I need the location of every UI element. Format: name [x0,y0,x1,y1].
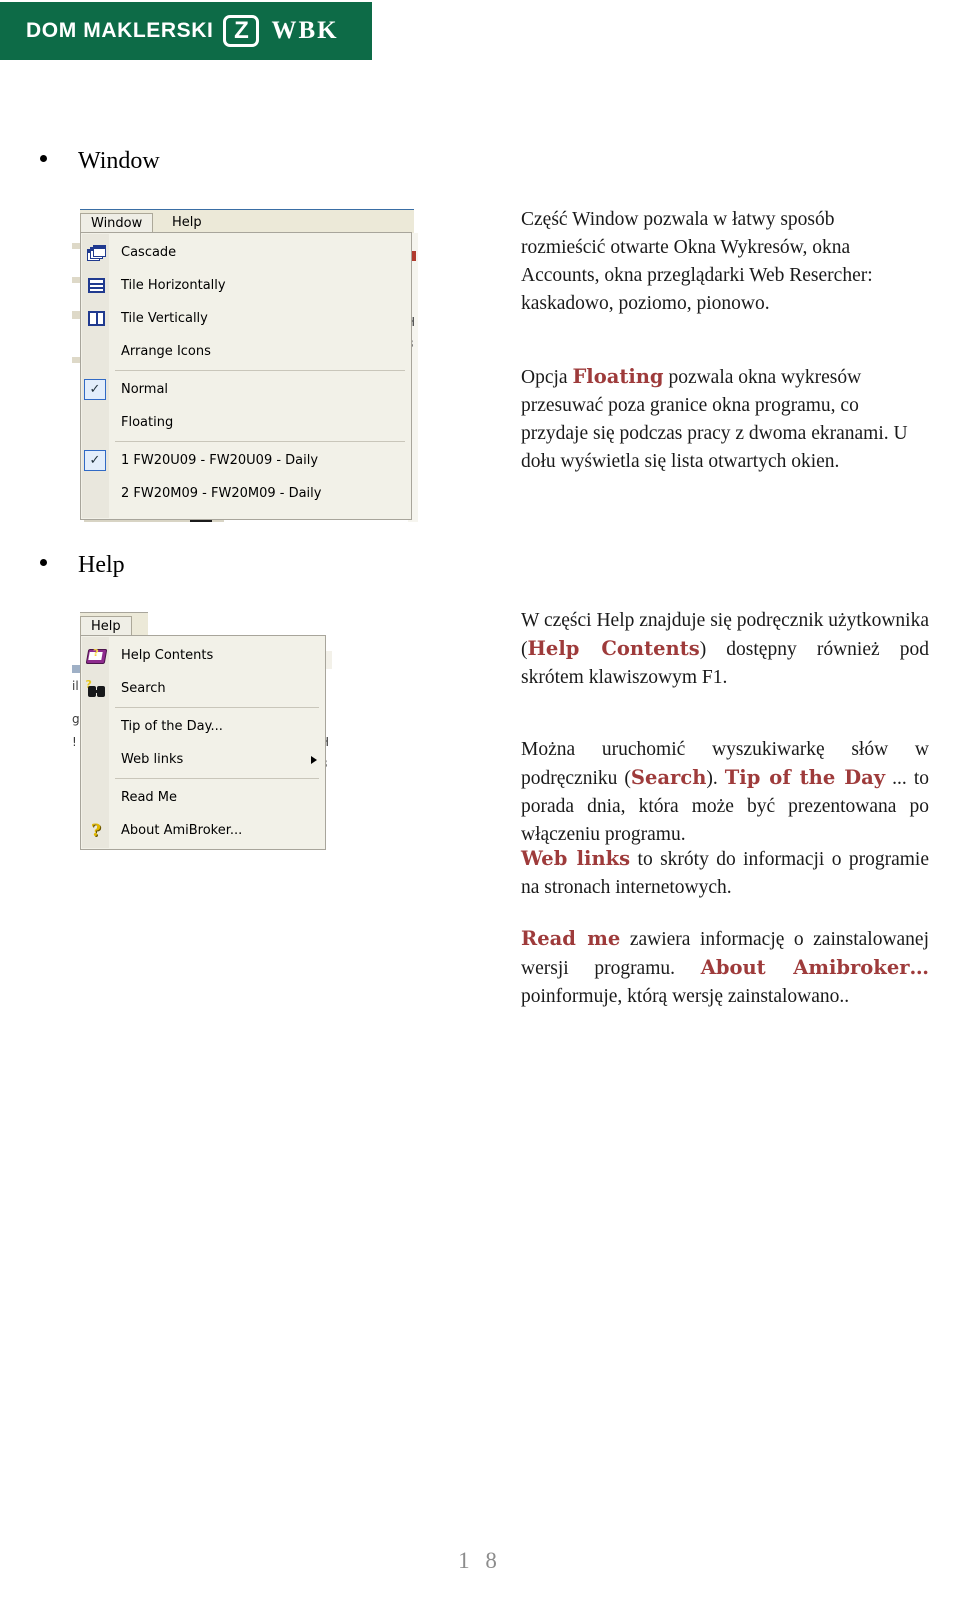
menu-item-floating[interactable]: Floating [81,406,411,439]
section-heading-window: Window [40,148,160,175]
checkmark-icon: ✓ [84,450,106,471]
menu-item-tile-horizontally[interactable]: Tile Horizontally [81,269,411,302]
keyword-tip-of-the-day: Tip of the Day [724,766,886,789]
background-sliver [72,357,80,363]
menu-item-search[interactable]: ? Search [81,672,325,705]
background-sliver [72,311,80,319]
menubar-item-help[interactable]: Help [162,213,212,232]
help-book-icon: ? [85,646,108,666]
help-paragraph-2-b: ). [706,768,725,789]
menu-item-tile-vertically[interactable]: Tile Vertically [81,302,411,335]
keyword-help-contents: Help Contents [527,637,700,660]
menu-separator [115,778,319,779]
menu-item-arrange-icons[interactable]: Arrange Icons [81,335,411,368]
keyword-search: Search [630,766,707,789]
menu-item-tip-of-the-day-label: Tip of the Day... [121,719,223,734]
question-mark-icon: ? [91,820,101,841]
background-sliver [72,277,80,283]
binoculars-icon: ? [85,678,107,699]
submenu-arrow-icon [311,755,317,764]
menu-item-normal-label: Normal [121,382,169,397]
section-heading-help: Help [40,552,125,579]
menu-item-about-amibroker-label: About AmiBroker... [121,823,243,838]
menubar-item-help-label: Help [91,619,121,634]
menu-item-read-me[interactable]: Read Me [81,781,325,814]
help-menu-screenshot: il g ! 2 H 3 . Help ? Help Contents ? Se… [72,607,332,857]
help-paragraph-4: Read me zawiera informację o zainstalowa… [521,925,929,1011]
menu-item-web-links[interactable]: Web links [81,743,325,776]
background-sliver: il [72,679,79,693]
menu-item-arrange-icons-label: Arrange Icons [121,344,211,359]
window-paragraph-1-text: Część Window pozwala w łatwy sposób rozm… [521,209,873,314]
menu-item-window-1[interactable]: ✓ 1 FW20U09 - FW20U09 - Daily [81,444,411,477]
keyword-floating: Floating [572,365,664,388]
tile-vertically-icon [85,309,107,329]
background-sliver: ! [72,735,77,749]
brand-wbk-text: WBK [271,17,339,44]
window-paragraph-1: Część Window pozwala w łatwy sposób rozm… [521,206,921,318]
help-dropdown-menu: ? Help Contents ? Search Tip of the Day.… [80,635,326,850]
brand-name: DOM MAKLERSKI [26,19,214,42]
background-sliver [72,243,80,249]
menu-item-tip-of-the-day[interactable]: Tip of the Day... [81,710,325,743]
help-paragraph-1: W części Help znajduje się podręcznik uż… [521,607,929,692]
menu-item-normal[interactable]: ✓ Normal [81,373,411,406]
window-menu-screenshot: H 3 Window Help Cascade Tile Horizon [72,207,418,522]
menu-item-help-contents[interactable]: ? Help Contents [81,639,325,672]
menu-separator [115,441,405,442]
menu-separator [115,707,319,708]
window-paragraph-2-pre: Opcja [521,367,573,388]
menubar-item-window[interactable]: Window [80,213,154,233]
page-number: 1 8 [458,1548,502,1573]
menu-item-window-2[interactable]: 2 FW20M09 - FW20M09 - Daily [81,477,411,510]
help-menubar: Help [80,612,148,636]
help-paragraph-2: Można uruchomić wyszukiwarkę słów w podr… [521,736,929,849]
menu-separator [115,370,405,371]
menu-item-cascade[interactable]: Cascade [81,236,411,269]
window-menubar: Window Help [80,209,414,233]
keyword-about-amibroker: About Amibroker… [700,956,929,979]
menu-item-web-links-label: Web links [121,752,184,767]
keyword-web-links: Web links [521,847,631,870]
window-paragraph-2: Opcja Floating pozwala okna wykresów prz… [521,363,921,476]
background-sliver: g [72,712,80,726]
menu-item-tile-vertically-label: Tile Vertically [121,311,208,326]
menu-item-cascade-label: Cascade [121,245,177,260]
menu-item-help-contents-label: Help Contents [121,648,214,663]
keyword-read-me: Read me [521,927,621,950]
menu-item-about-amibroker[interactable]: ? About AmiBroker... [81,814,325,847]
menubar-item-window-label: Window [91,216,143,231]
bullet-icon [40,559,47,566]
menu-item-tile-horizontally-label: Tile Horizontally [121,278,226,293]
section-heading-window-label: Window [78,148,160,174]
bullet-icon [40,155,47,162]
menu-item-search-label: Search [121,681,166,696]
help-paragraph-3: Web links to skróty do informacji o prog… [521,845,929,902]
menu-item-read-me-label: Read Me [121,790,178,805]
menu-item-window-1-label: 1 FW20U09 - FW20U09 - Daily [121,453,319,468]
help-paragraph-4-b: poinformuje, którą wersję zainstalowano.… [521,986,850,1007]
brand-header: DOM MAKLERSKI Z WBK [0,2,372,60]
checkmark-icon: ✓ [84,379,106,400]
cascade-icon [85,243,107,263]
menubar-item-help-label: Help [172,215,202,230]
menubar-item-help[interactable]: Help [80,616,132,636]
section-heading-help-label: Help [78,552,125,578]
brand-logo-mark: Z [223,15,260,47]
window-dropdown-menu: Cascade Tile Horizontally Tile Verticall… [80,232,412,520]
menu-item-floating-label: Floating [121,415,174,430]
tile-horizontally-icon [85,276,107,296]
menu-item-window-2-label: 2 FW20M09 - FW20M09 - Daily [121,486,322,501]
